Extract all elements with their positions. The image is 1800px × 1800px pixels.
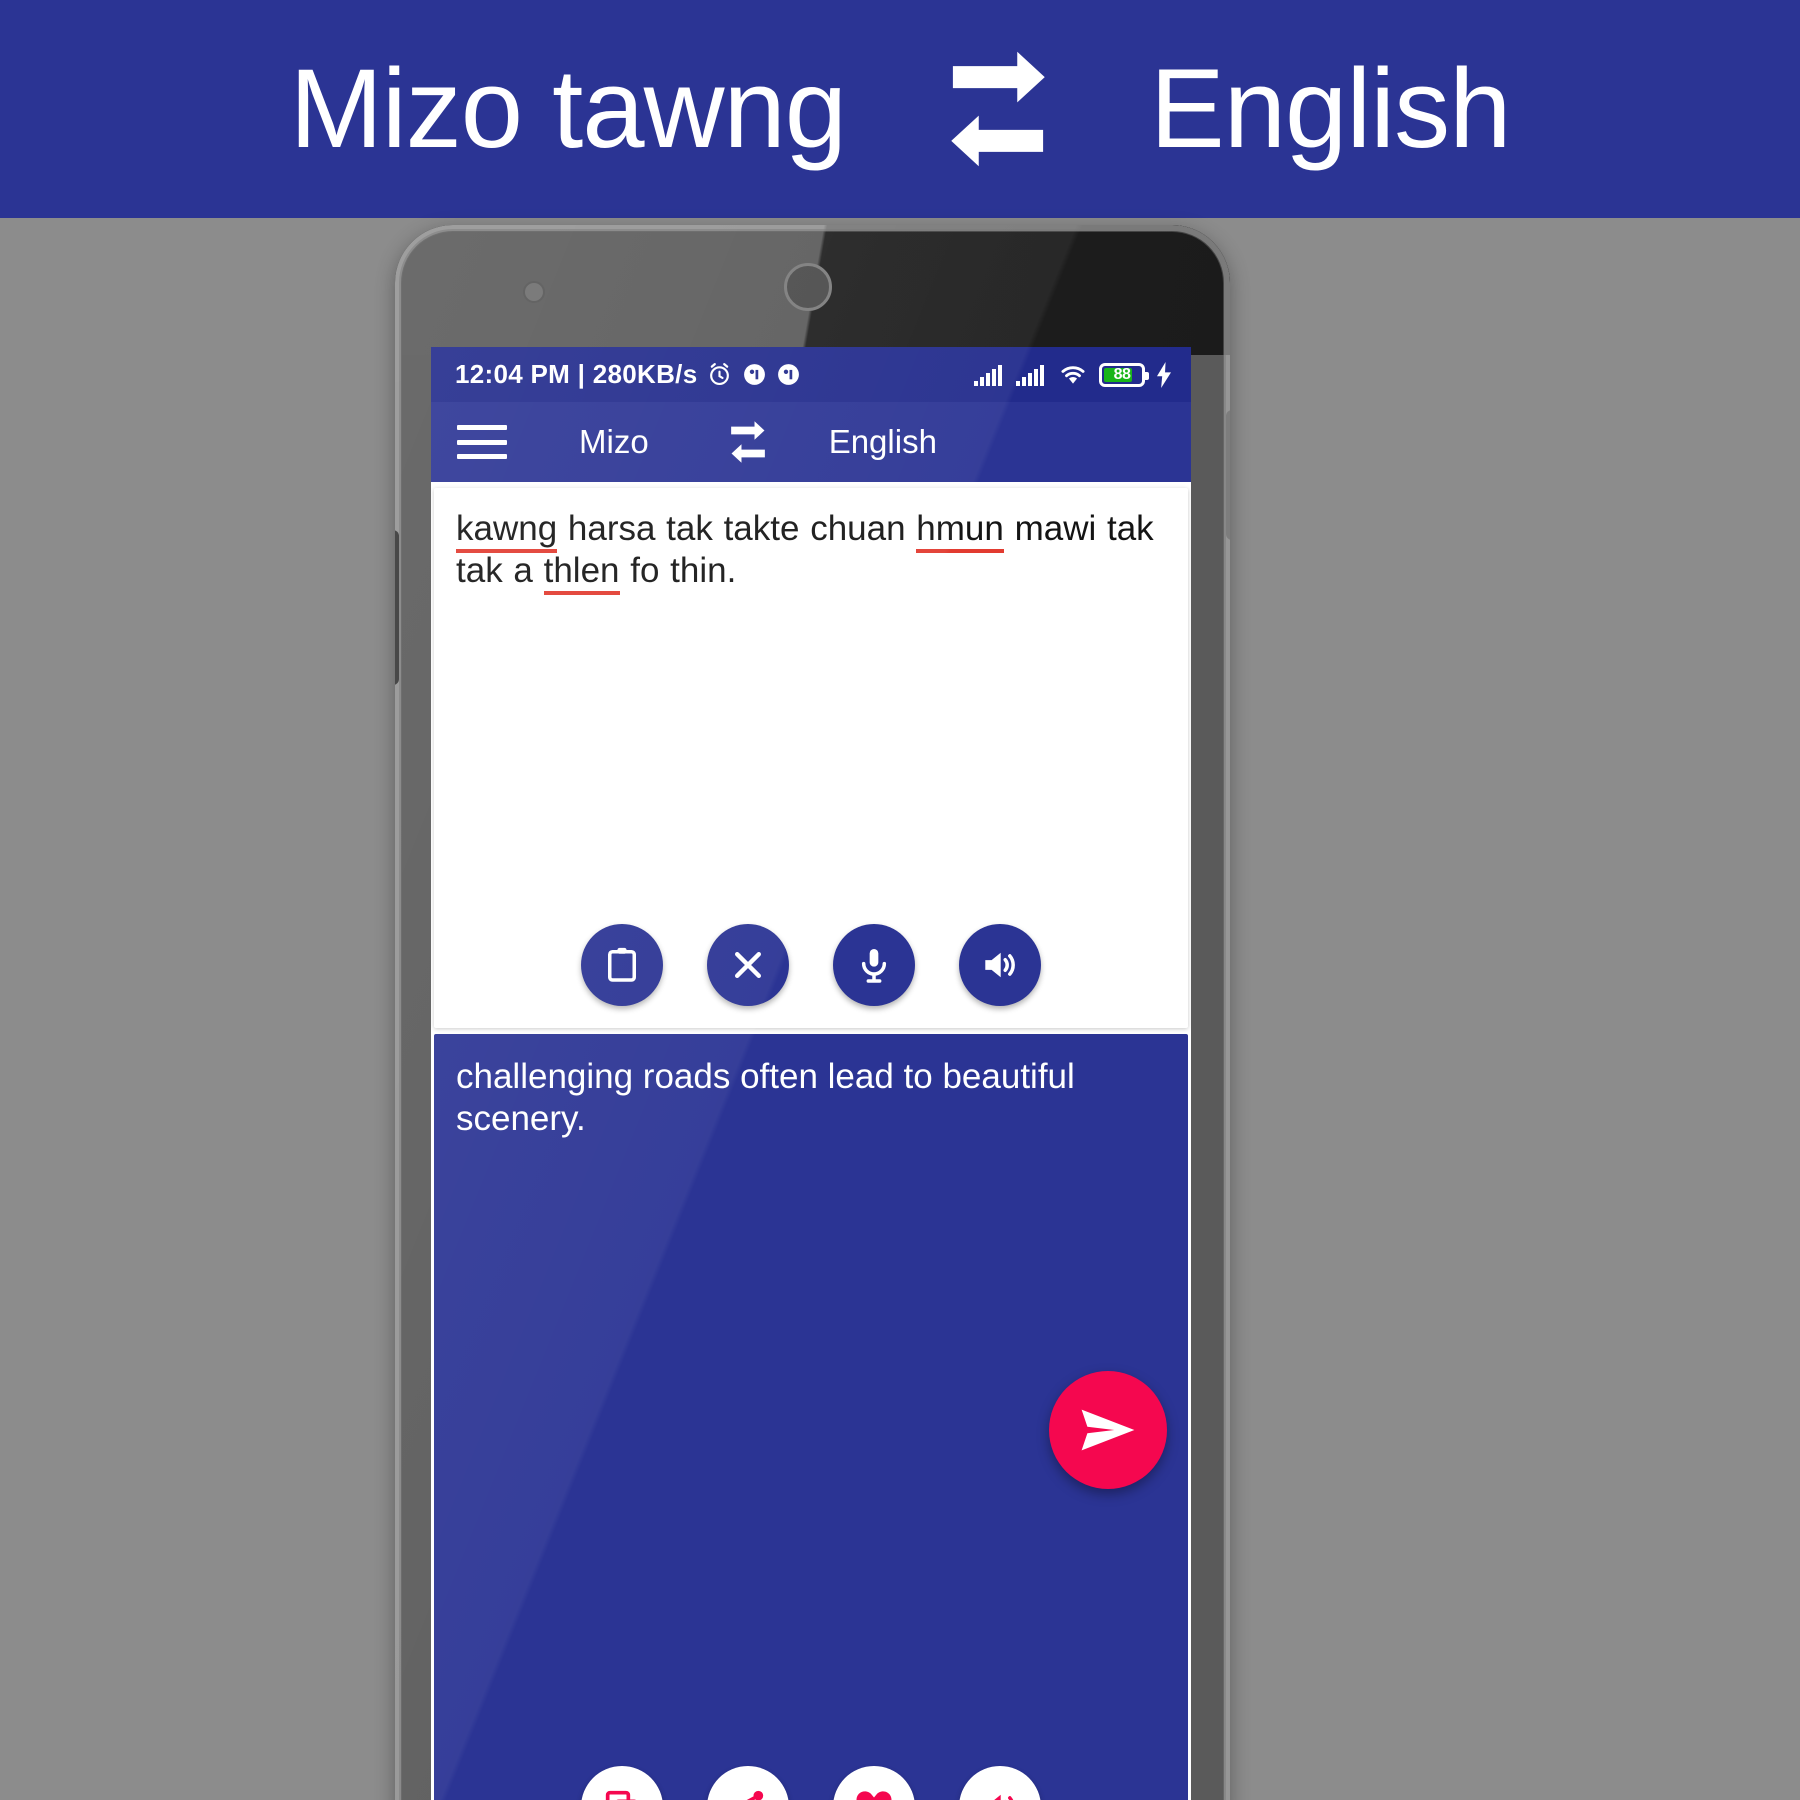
source-action-buttons	[434, 924, 1188, 1006]
speaker-icon	[994, 1794, 1014, 1800]
send-paper-plane-icon	[1081, 1409, 1135, 1451]
swap-arrows-icon[interactable]	[725, 419, 771, 465]
heart-icon	[856, 1791, 892, 1800]
microphone-icon	[861, 949, 887, 983]
wifi-icon	[1061, 365, 1085, 384]
banner-target-language: English	[1150, 46, 1511, 171]
phone-side-button-left	[395, 530, 399, 685]
status-bar: 12:04 PM | 280KB/s 88	[431, 347, 1191, 402]
source-text-part: fo thin.	[619, 551, 737, 590]
translation-result-text: challenging roads often lead to beautifu…	[456, 1057, 1075, 1138]
voice-input-button[interactable]	[833, 924, 915, 1006]
status-bar-right: 88	[973, 361, 1173, 388]
source-text-panel: kawng harsa tak takte chuan hmun mawi ta…	[434, 488, 1188, 1028]
promo-banner: Mizo tawng English	[0, 0, 1800, 218]
banner-source-language: Mizo tawng	[289, 46, 847, 171]
copy-button[interactable]	[581, 1766, 663, 1800]
paste-button[interactable]	[581, 924, 663, 1006]
charging-bolt-icon	[1156, 361, 1172, 388]
toolbar-source-language[interactable]: Mizo	[579, 423, 649, 461]
front-sensor-icon	[523, 281, 545, 303]
battery-icon: 88	[1099, 362, 1149, 387]
clear-button[interactable]	[707, 924, 789, 1006]
signal-icon	[1016, 364, 1044, 386]
status-bar-left: 12:04 PM | 280KB/s	[455, 359, 801, 390]
notification-icon	[778, 364, 800, 385]
copy-icon	[605, 1790, 636, 1800]
toolbar-target-language[interactable]: English	[829, 423, 937, 461]
hamburger-menu-icon[interactable]	[457, 425, 507, 459]
clipboard-icon	[608, 947, 636, 982]
source-word-misspelled: kawng	[456, 509, 558, 553]
source-text-input[interactable]: kawng harsa tak takte chuan hmun mawi ta…	[434, 488, 1188, 595]
phone-device: 12:04 PM | 280KB/s 88 Mizo English kawng…	[395, 225, 1230, 1800]
notification-icon	[744, 364, 766, 385]
result-action-buttons	[434, 1766, 1188, 1800]
swap-arrows-icon	[951, 51, 1045, 167]
share-button[interactable]	[707, 1766, 789, 1800]
phone-screen: 12:04 PM | 280KB/s 88 Mizo English kawng…	[431, 347, 1191, 1800]
speak-source-button[interactable]	[959, 924, 1041, 1006]
speak-result-button[interactable]	[959, 1766, 1041, 1800]
close-x-icon	[735, 952, 761, 978]
favorite-button[interactable]	[833, 1766, 915, 1800]
phone-side-button-right	[1226, 410, 1230, 540]
source-word-misspelled: thlen	[543, 551, 620, 595]
front-camera-icon	[784, 263, 832, 311]
app-toolbar: Mizo English	[431, 402, 1191, 482]
signal-icon	[974, 364, 1002, 386]
battery-percent: 88	[1113, 365, 1131, 383]
speaker-icon	[985, 952, 1015, 978]
status-bar-text: 12:04 PM | 280KB/s	[455, 359, 698, 389]
share-icon	[746, 1790, 764, 1800]
source-text-part: harsa tak takte chuan	[557, 509, 917, 548]
translate-send-button[interactable]	[1049, 1371, 1167, 1489]
alarm-clock-icon	[710, 363, 730, 386]
screenshot-root: Mizo tawng English 12:04 PM | 280KB/s 88…	[0, 0, 1800, 1800]
source-word-misspelled: hmun	[916, 509, 1004, 553]
